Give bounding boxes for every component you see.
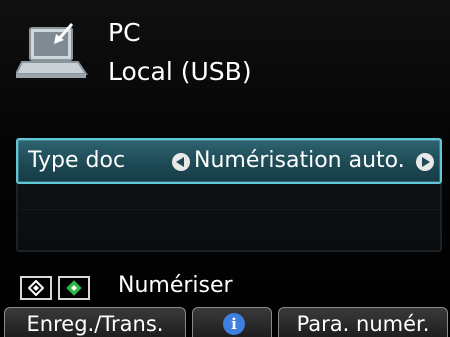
connection-label: Local (USB) (108, 57, 252, 86)
arrow-right-icon[interactable] (416, 153, 434, 171)
info-softkey[interactable]: i (192, 307, 272, 337)
arrow-left-icon[interactable] (172, 153, 190, 171)
color-start-key-icon (58, 276, 90, 300)
black-start-key-icon (20, 276, 52, 300)
save-transfer-softkey[interactable]: Enreg./Trans. (4, 307, 186, 337)
setting-row-document-type[interactable]: Type doc Numérisation auto. (16, 138, 442, 184)
scan-settings-softkey[interactable]: Para. numér. (278, 307, 448, 337)
setting-value: Numérisation auto. (194, 148, 405, 173)
setting-label: Type doc (28, 148, 126, 173)
destination-label: PC (108, 18, 141, 47)
info-icon: i (223, 313, 245, 335)
row-divider (18, 209, 440, 210)
lcd-screen: PC Local (USB) Type doc Numérisation aut… (0, 0, 450, 337)
destination-header: PC Local (USB) (0, 0, 450, 102)
scan-label: Numériser (118, 273, 233, 298)
laptop-icon (16, 23, 88, 78)
softkey-bar: Enreg./Trans. i Para. numér. (0, 307, 450, 337)
